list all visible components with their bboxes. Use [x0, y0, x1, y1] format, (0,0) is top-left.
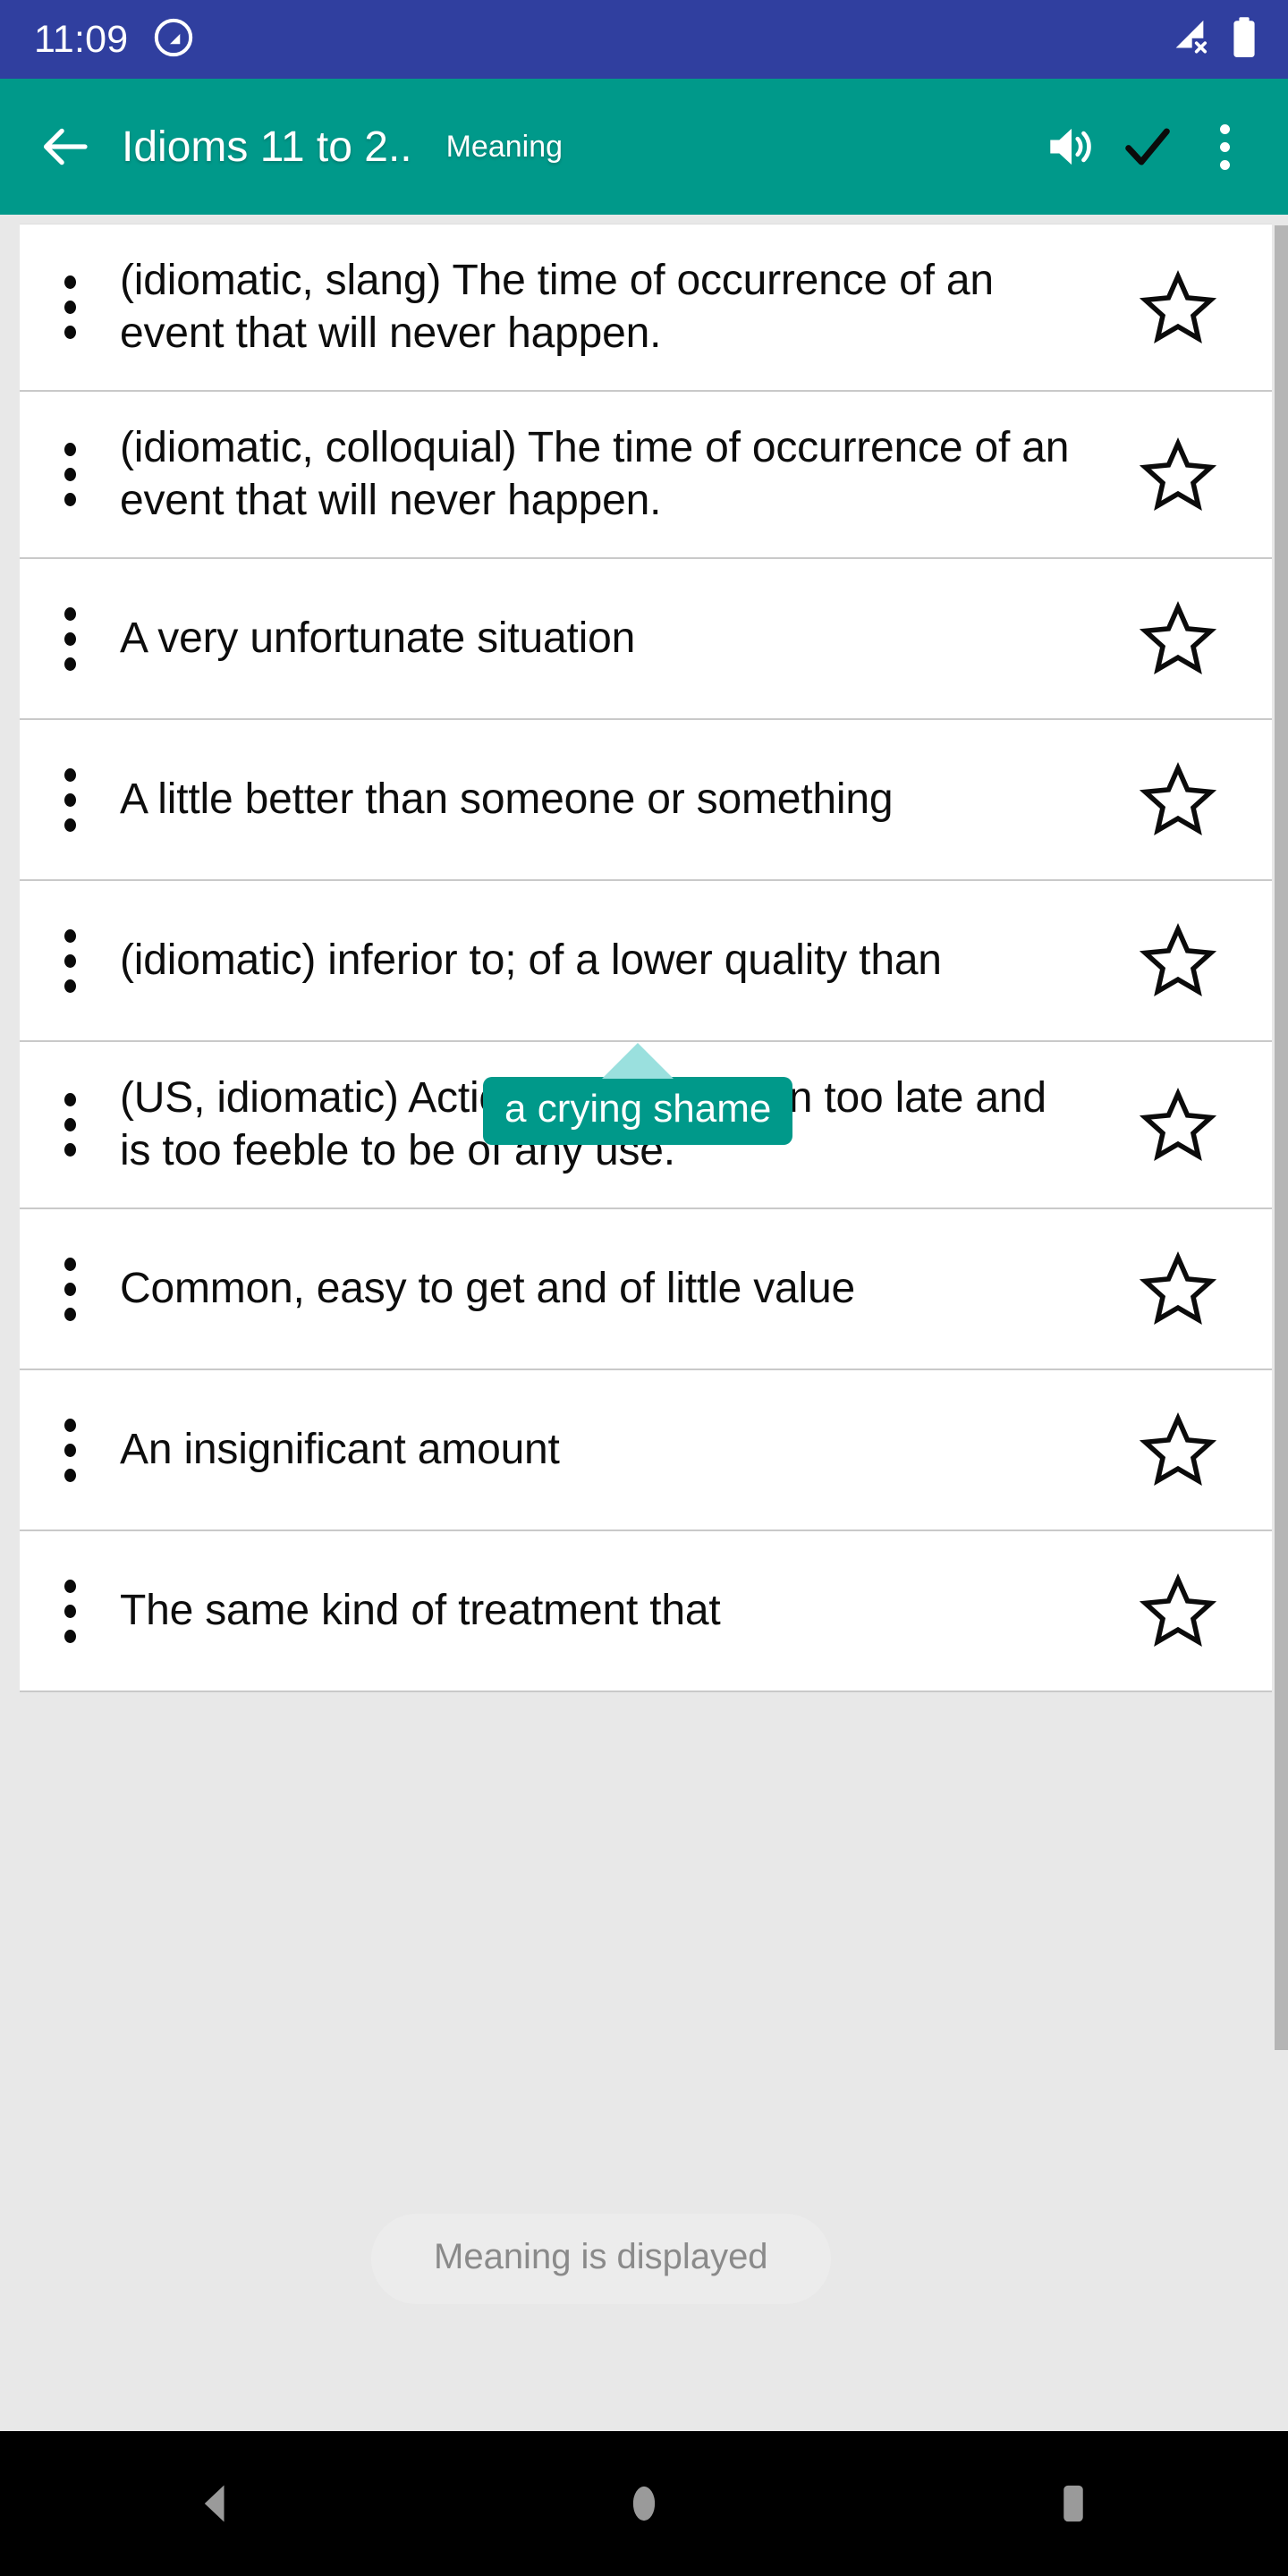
more-vertical-icon: [1219, 123, 1230, 170]
favorite-star-button[interactable]: [1084, 761, 1272, 838]
star-icon: [1140, 1573, 1216, 1648]
star-icon: [1140, 923, 1216, 997]
star-icon: [1140, 1251, 1216, 1326]
list-item[interactable]: (idiomatic, colloquial) The time of occu…: [20, 392, 1272, 560]
star-icon: [1140, 1087, 1216, 1161]
list-item-meaning-text: (idiomatic) inferior to; of a lower qual…: [120, 936, 942, 984]
star-icon: [1140, 601, 1216, 675]
vertical-scrollbar[interactable]: [1275, 225, 1288, 2050]
app-bar: Idioms 11 to 2.. Meaning: [0, 79, 1288, 215]
do-not-disturb-icon: [153, 17, 194, 63]
more-vertical-icon: [64, 1257, 76, 1321]
list-item-meaning-text: A very unfortunate situation: [120, 614, 636, 662]
more-vertical-icon: [64, 1418, 76, 1482]
star-icon: [1140, 1412, 1216, 1487]
star-icon: [1140, 269, 1216, 343]
toast-message: Meaning is displayed: [371, 2214, 831, 2304]
more-vertical-icon: [64, 1579, 76, 1643]
row-overflow-menu-button[interactable]: [20, 606, 120, 671]
row-overflow-menu-button[interactable]: [20, 443, 120, 507]
toast-text: Meaning is displayed: [434, 2237, 768, 2276]
recents-square-icon: [1063, 2485, 1083, 2522]
page-title: Idioms 11 to 2..: [122, 123, 412, 171]
meanings-list-body: (idiomatic, slang) The time of occurrenc…: [0, 224, 1288, 1693]
checkmark-icon: [1125, 128, 1170, 165]
back-button[interactable]: [30, 112, 100, 182]
favorite-star-button[interactable]: [1084, 1250, 1272, 1327]
list-item-meaning-text: Common, easy to get and of little value: [120, 1265, 855, 1312]
more-vertical-icon: [64, 275, 76, 340]
more-vertical-icon: [64, 1093, 76, 1157]
phone-screen: 11:09 Idioms 11 to 2.. Meaning (idiomati…: [0, 0, 1288, 2576]
row-overflow-menu-button[interactable]: [20, 1257, 120, 1321]
status-bar-right: [1168, 16, 1258, 64]
tooltip-text: a crying shame: [504, 1087, 772, 1131]
mode-label-meaning[interactable]: Meaning: [446, 130, 563, 165]
favorite-star-button[interactable]: [1084, 1572, 1272, 1649]
row-overflow-menu-button[interactable]: [20, 275, 120, 340]
row-overflow-menu-button[interactable]: [20, 1579, 120, 1643]
more-vertical-icon: [64, 767, 76, 832]
list-item-meaning-text: An insignificant amount: [120, 1426, 560, 1473]
more-vertical-icon: [64, 928, 76, 993]
status-bar: 11:09: [0, 0, 1288, 79]
more-vertical-icon: [64, 606, 76, 671]
back-arrow-icon: [43, 128, 88, 165]
tooltip-arrow-icon: [602, 1043, 674, 1079]
favorite-star-button[interactable]: [1084, 922, 1272, 999]
list-item-meaning-text: The same kind of treatment that: [120, 1587, 721, 1634]
list-item[interactable]: (idiomatic, slang) The time of occurrenc…: [20, 224, 1272, 393]
status-clock: 11:09: [34, 17, 129, 61]
favorite-star-button[interactable]: [1084, 1087, 1272, 1164]
nav-recents-button[interactable]: [1002, 2432, 1145, 2575]
meanings-list[interactable]: (idiomatic, slang) The time of occurrenc…: [0, 215, 1288, 2431]
star-icon: [1140, 436, 1216, 511]
list-item[interactable]: A very unfortunate situation: [20, 559, 1272, 721]
status-bar-left: 11:09: [34, 17, 194, 63]
battery-full-icon: [1231, 16, 1258, 64]
confirm-button[interactable]: [1109, 108, 1186, 185]
nav-back-button[interactable]: [143, 2432, 286, 2575]
favorite-star-button[interactable]: [1084, 1411, 1272, 1488]
list-item[interactable]: A little better than someone or somethin…: [20, 720, 1272, 882]
star-icon: [1140, 762, 1216, 836]
favorite-star-button[interactable]: [1084, 436, 1272, 513]
back-triangle-icon: [204, 2485, 225, 2522]
overflow-menu-button[interactable]: [1186, 108, 1263, 185]
home-circle-icon: [632, 2486, 656, 2521]
list-item[interactable]: (idiomatic) inferior to; of a lower qual…: [20, 881, 1272, 1043]
row-overflow-menu-button[interactable]: [20, 1093, 120, 1157]
favorite-star-button[interactable]: [1084, 600, 1272, 677]
speaker-volume-icon: [1050, 128, 1091, 165]
row-overflow-menu-button[interactable]: [20, 928, 120, 993]
list-item-meaning-text: (idiomatic, colloquial) The time of occu…: [120, 424, 1070, 524]
list-item[interactable]: The same kind of treatment that: [20, 1531, 1272, 1693]
list-item[interactable]: Common, easy to get and of little value: [20, 1209, 1272, 1371]
idiom-tooltip: a crying shame: [483, 1043, 793, 1146]
signal-no-service-icon: [1168, 17, 1211, 63]
row-overflow-menu-button[interactable]: [20, 767, 120, 832]
nav-home-button[interactable]: [572, 2432, 716, 2575]
speaker-button[interactable]: [1032, 108, 1109, 185]
android-nav-bar: [0, 2431, 1288, 2576]
list-item[interactable]: An insignificant amount: [20, 1370, 1272, 1532]
list-item-meaning-text: (idiomatic, slang) The time of occurrenc…: [120, 257, 994, 357]
list-item-meaning-text: A little better than someone or somethin…: [120, 775, 894, 823]
row-overflow-menu-button[interactable]: [20, 1418, 120, 1482]
more-vertical-icon: [64, 443, 76, 507]
favorite-star-button[interactable]: [1084, 269, 1272, 346]
